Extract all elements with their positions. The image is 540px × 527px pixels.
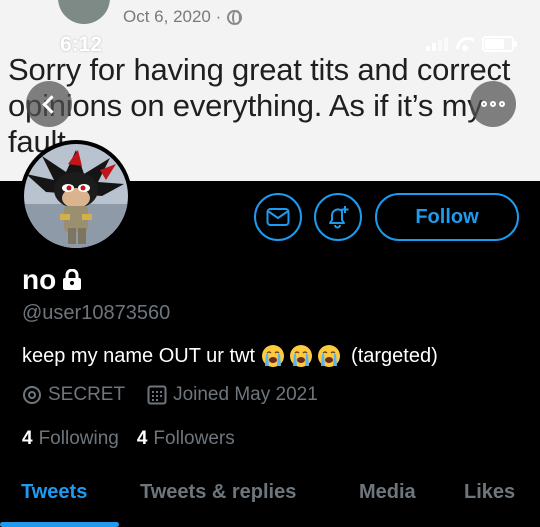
following-label: Following [38, 428, 119, 449]
profile-tabs: Tweets Tweets & replies Media Likes [0, 466, 540, 527]
status-bar-icons [426, 36, 517, 52]
notifications-button[interactable] [314, 193, 362, 241]
battery-icon [482, 36, 517, 52]
banner-date-text: Oct 6, 2020 · [123, 7, 222, 26]
back-button[interactable] [26, 81, 72, 127]
followers-link[interactable]: 4 Followers [137, 428, 235, 450]
bell-plus-icon [329, 206, 349, 229]
location-text: SECRET [48, 384, 126, 405]
bio-emojis [261, 344, 345, 368]
display-name: no [22, 264, 82, 296]
location: SECRET [22, 384, 125, 406]
tab-tweets[interactable]: Tweets [21, 481, 87, 504]
tab-tweets-and-replies[interactable]: Tweets & replies [140, 481, 296, 504]
join-date-text: Joined May 2021 [173, 384, 318, 405]
profile-bio: keep my name OUT ur twt (targeted) [22, 344, 438, 368]
following-count: 4 [22, 428, 33, 449]
tab-likes[interactable]: Likes [464, 481, 515, 504]
globe-icon [227, 9, 243, 25]
bio-text-start: keep my name OUT ur twt [22, 344, 256, 367]
more-button[interactable] [470, 81, 516, 127]
banner-tweet-date: Oct 6, 2020 · [123, 7, 243, 27]
calendar-icon [147, 385, 167, 405]
chevron-left-icon [42, 94, 61, 114]
user-handle: @user10873560 [22, 302, 171, 324]
avatar-image [24, 144, 128, 248]
follow-stats: 4 Following 4 Followers [22, 428, 253, 450]
bio-text-end: (targeted) [351, 344, 438, 367]
lock-icon [63, 269, 82, 290]
follow-button[interactable]: Follow [375, 193, 519, 241]
following-link[interactable]: 4 Following [22, 428, 119, 450]
banner-tweet-avatar [58, 0, 110, 24]
followers-count: 4 [136, 428, 148, 449]
profile-meta: SECRET Joined May 2021 [22, 384, 340, 406]
signal-icon [426, 37, 448, 51]
loudly-crying-face-emoji-2 [290, 345, 313, 367]
message-button[interactable] [254, 193, 302, 241]
join-date: Joined May 2021 [147, 384, 318, 406]
profile-avatar[interactable] [20, 140, 132, 252]
wifi-icon [456, 37, 474, 51]
display-name-text: no [22, 264, 57, 295]
tab-media[interactable]: Media [359, 481, 416, 504]
more-icon [481, 101, 505, 107]
loudly-crying-face-emoji-3 [318, 345, 341, 367]
followers-label: Followers [153, 428, 235, 449]
mail-icon [266, 208, 290, 226]
active-tab-indicator [0, 522, 119, 527]
loudly-crying-face-emoji-1 [262, 345, 285, 367]
location-pin-icon [23, 386, 41, 404]
